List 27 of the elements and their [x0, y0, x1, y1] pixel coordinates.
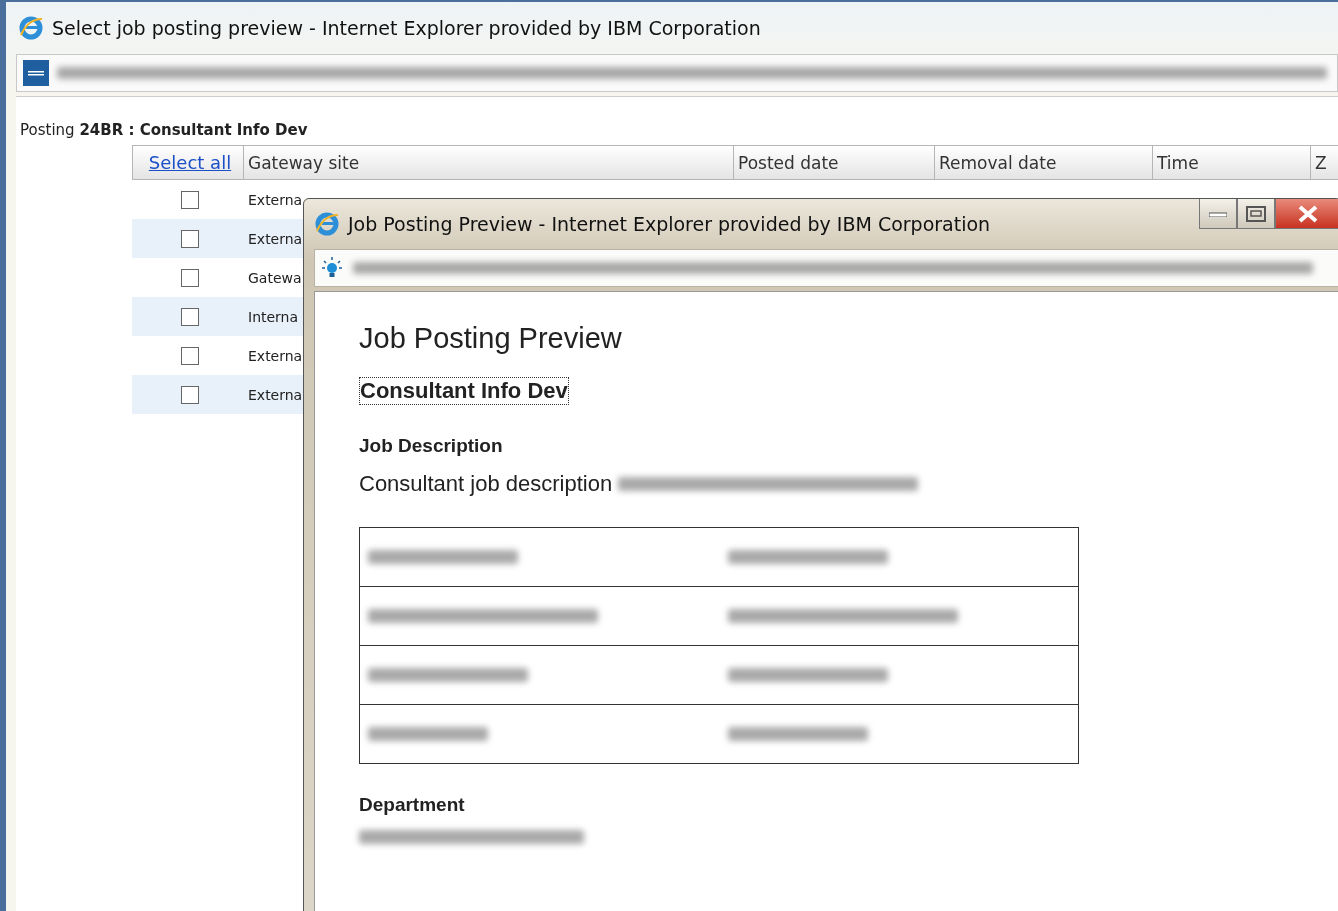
column-header[interactable]: Z: [1311, 145, 1338, 180]
column-header[interactable]: Posted date: [734, 145, 935, 180]
close-icon: [1298, 204, 1318, 223]
column-header[interactable]: Gateway site: [244, 145, 734, 180]
posting-heading: Posting 24BR : Consultant Info Dev: [20, 121, 309, 139]
browser-e-icon: [314, 211, 340, 237]
row-checkbox[interactable]: [181, 307, 199, 326]
row-checkbox[interactable]: [181, 385, 199, 404]
row-checkbox[interactable]: [181, 229, 199, 248]
lightbulb-icon: [321, 256, 343, 280]
close-button[interactable]: [1275, 199, 1338, 229]
maximize-icon: [1246, 205, 1266, 222]
row-checkbox[interactable]: [181, 346, 199, 365]
window-title: Select job posting preview - Internet Explorer provided by IBM Corporation: [52, 17, 761, 39]
row-checkbox[interactable]: [181, 190, 199, 209]
column-header[interactable]: Time: [1153, 145, 1311, 180]
job-title: Consultant Info Dev: [359, 377, 569, 405]
row-checkbox[interactable]: [181, 268, 199, 287]
minimize-icon: [1209, 210, 1227, 217]
browser-e-icon: [18, 15, 44, 41]
minimize-button[interactable]: [1199, 199, 1237, 229]
section-label: Department: [359, 794, 466, 816]
section-label: Job Description: [359, 435, 504, 457]
description-text: Consultant job description: [359, 471, 613, 497]
column-header[interactable]: Removal date: [935, 145, 1153, 180]
company-logo-icon: [23, 60, 49, 86]
maximize-button[interactable]: [1237, 199, 1275, 229]
